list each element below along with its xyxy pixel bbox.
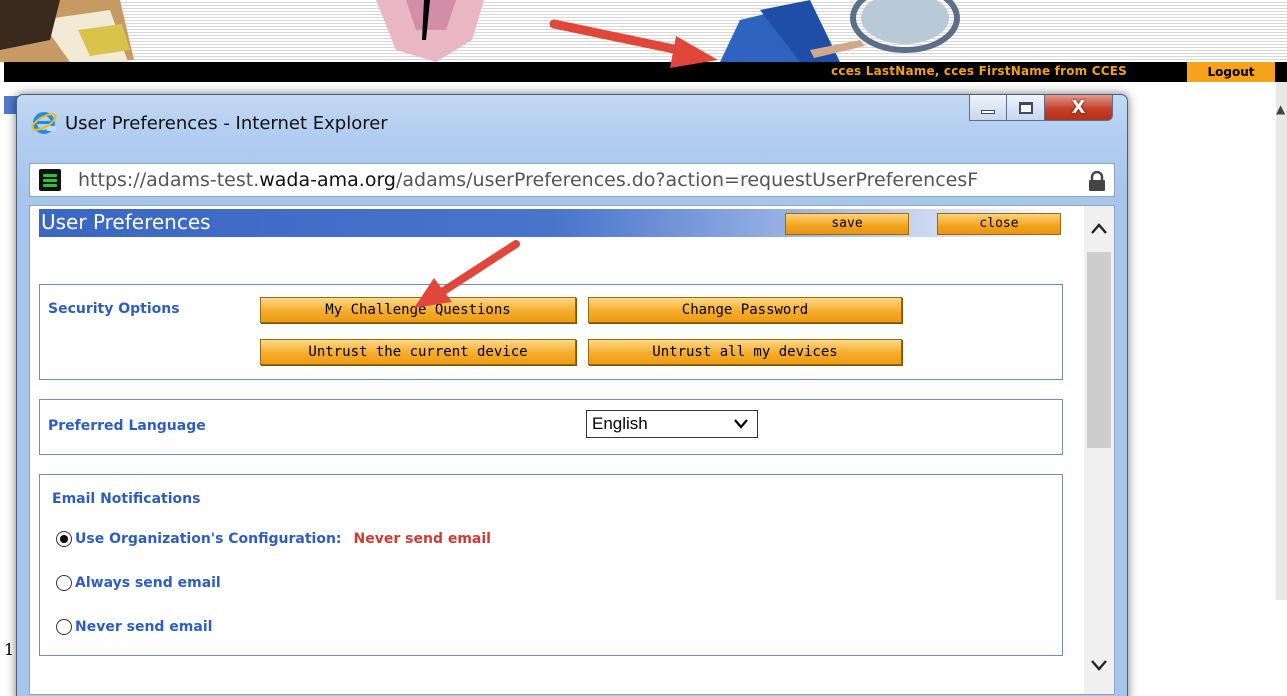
window-controls: X bbox=[969, 95, 1113, 121]
internet-explorer-icon bbox=[31, 109, 59, 137]
change-password-button[interactable]: Change Password bbox=[588, 297, 902, 323]
radio-label: Never send email bbox=[75, 619, 213, 635]
site-banner bbox=[0, 0, 1287, 62]
security-options-section: Security Options My Challenge Questions … bbox=[39, 284, 1063, 380]
radio-button[interactable] bbox=[56, 575, 72, 591]
close-button[interactable]: close bbox=[937, 213, 1061, 235]
maximize-icon bbox=[1018, 101, 1033, 114]
security-options-label: Security Options bbox=[48, 301, 180, 317]
url-path: /adams/userPreferences.do?action=request… bbox=[396, 169, 979, 191]
radio-label: Always send email bbox=[75, 575, 221, 591]
url-host: wada-ama.org bbox=[259, 169, 396, 191]
url-prefix: adams-test. bbox=[146, 169, 260, 191]
preferred-language-section: Preferred Language English bbox=[39, 399, 1063, 455]
url-scheme: https:// bbox=[78, 169, 147, 191]
untrust-current-device-button[interactable]: Untrust the current device bbox=[260, 339, 576, 365]
radio-option-never-send[interactable]: Never send email bbox=[56, 619, 212, 635]
url-text[interactable]: https://adams-test.wada-ama.org/adams/us… bbox=[78, 169, 1063, 191]
page-title: User Preferences bbox=[41, 210, 211, 234]
background-scroll-up-icon[interactable]: ▲ bbox=[1276, 102, 1285, 116]
site-favicon-icon bbox=[39, 169, 61, 191]
scroll-up-icon[interactable] bbox=[1090, 222, 1108, 236]
radio-option-org-config[interactable]: Use Organization's Configuration: Never … bbox=[56, 531, 491, 547]
window-title-bar[interactable]: User Preferences - Internet Explorer bbox=[31, 109, 388, 137]
logged-in-user: cces LastName, cces FirstName from CCES bbox=[831, 64, 1127, 78]
preferred-language-label: Preferred Language bbox=[48, 418, 206, 434]
save-button[interactable]: save bbox=[785, 213, 909, 235]
banner-photo-left bbox=[0, 0, 134, 62]
language-selected-value: English bbox=[592, 414, 648, 433]
window-close-button[interactable]: X bbox=[1045, 95, 1113, 121]
content-scrollbar[interactable] bbox=[1084, 206, 1114, 694]
radio-option-always-send[interactable]: Always send email bbox=[56, 575, 221, 591]
banner-photo-mid bbox=[376, 0, 484, 62]
lock-icon[interactable] bbox=[1088, 171, 1106, 191]
my-challenge-questions-button[interactable]: My Challenge Questions bbox=[260, 297, 576, 323]
language-select[interactable]: English bbox=[586, 410, 758, 438]
window-title: User Preferences - Internet Explorer bbox=[65, 112, 388, 134]
page-content: User Preferences save close Security Opt… bbox=[29, 205, 1115, 695]
logout-button[interactable]: Logout bbox=[1187, 62, 1275, 82]
email-notifications-section: Email Notifications Use Organization's C… bbox=[39, 474, 1063, 656]
minimize-button[interactable] bbox=[969, 95, 1007, 121]
chevron-down-icon bbox=[734, 419, 748, 429]
page-header: User Preferences save close bbox=[39, 209, 1067, 237]
background-scrollbar[interactable] bbox=[1276, 82, 1287, 600]
untrust-all-devices-button[interactable]: Untrust all my devices bbox=[588, 339, 902, 365]
org-config-value: Never send email bbox=[353, 531, 491, 547]
address-bar[interactable]: https://adams-test.wada-ama.org/adams/us… bbox=[29, 163, 1115, 197]
banner-photo-right bbox=[720, 0, 960, 62]
email-notifications-label: Email Notifications bbox=[52, 491, 201, 507]
scrollbar-thumb[interactable] bbox=[1087, 252, 1111, 448]
radio-button[interactable] bbox=[56, 619, 72, 635]
close-icon: X bbox=[1071, 97, 1086, 118]
radio-button-checked[interactable] bbox=[56, 531, 72, 547]
minimize-icon bbox=[981, 109, 995, 114]
user-bar-edge bbox=[1279, 62, 1287, 82]
maximize-button[interactable] bbox=[1007, 95, 1045, 121]
radio-label: Use Organization's Configuration: bbox=[75, 531, 342, 547]
user-bar: cces LastName, cces FirstName from CCES bbox=[4, 62, 1287, 82]
scroll-down-icon[interactable] bbox=[1090, 658, 1108, 672]
ie-popup-window: User Preferences - Internet Explorer X h… bbox=[16, 94, 1128, 696]
background-text-fragment: 1 bbox=[4, 640, 15, 659]
